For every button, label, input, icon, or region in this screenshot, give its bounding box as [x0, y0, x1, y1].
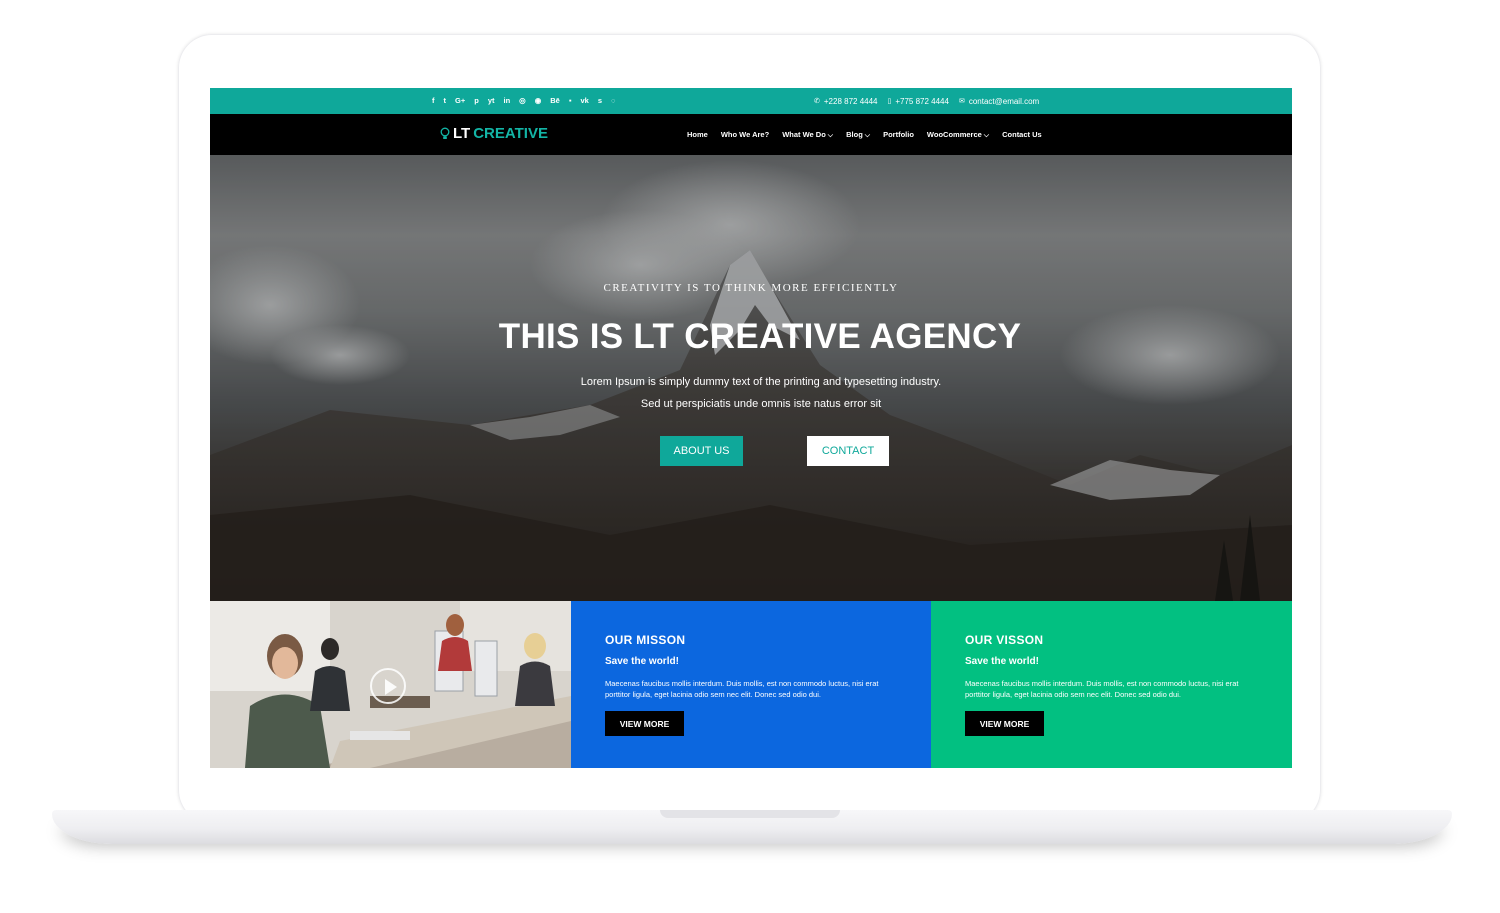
main-navbar: LT CREATIVE Home Who We Are? What We Do ⌵… [210, 114, 1292, 155]
instagram-icon[interactable]: ◉ [535, 97, 542, 105]
nav-item-label: What We Do [782, 129, 826, 139]
nav-item-who-we-are[interactable]: Who We Are? [721, 130, 769, 139]
nav-item-contact-us[interactable]: Contact Us [1002, 130, 1042, 139]
mission-subtitle: Save the world! [605, 656, 679, 667]
office-photo [210, 601, 571, 768]
vk-icon[interactable]: vk [581, 97, 589, 105]
phone-2-text: +775 872 4444 [895, 96, 949, 106]
about-us-button[interactable]: ABOUT US [660, 436, 743, 466]
vision-panel: OUR VISSON Save the world! Maecenas fauc… [931, 601, 1292, 768]
twitter-icon[interactable]: t [444, 97, 447, 105]
vision-text: Maecenas faucibus mollis interdum. Duis … [965, 679, 1239, 699]
nav-item-label: Blog [846, 129, 863, 139]
hero-text-line-1: Lorem Ipsum is simply dummy text of the … [580, 376, 942, 388]
vision-title: OUR VISSON [965, 633, 1044, 647]
nav-item-blog[interactable]: Blog ⌵ [846, 130, 870, 140]
hero-subtitle: CREATIVITY IS TO THINK MORE EFFICIENTLY [603, 282, 899, 294]
nav-item-portfolio[interactable]: Portfolio [883, 130, 914, 139]
contact-info: ✆ +228 872 4444 ▯ +775 872 4444 ✉ contac… [814, 88, 1039, 114]
mobile-icon: ▯ [887, 98, 892, 105]
facebook-icon[interactable]: f [432, 97, 435, 105]
chevron-down-icon: ⌵ [864, 131, 871, 139]
phone-1[interactable]: ✆ +228 872 4444 [814, 97, 877, 106]
chevron-down-icon: ⌵ [827, 131, 834, 139]
nav-item-label: WooCommerce [926, 129, 982, 139]
laptop-notch [660, 810, 840, 818]
hero-title: THIS IS LT CREATIVE AGENCY [498, 317, 1022, 356]
flickr-icon[interactable]: ▪ [569, 97, 572, 105]
pinterest-icon[interactable]: p [474, 97, 479, 105]
envelope-icon: ✉ [958, 98, 965, 105]
chevron-down-icon: ⌵ [983, 131, 990, 139]
mission-text: Maecenas faucibus mollis interdum. Duis … [605, 679, 879, 699]
mission-view-more-button[interactable]: VIEW MORE [605, 711, 684, 736]
site-logo[interactable]: LT CREATIVE [440, 125, 548, 142]
google-plus-icon[interactable]: G+ [455, 97, 465, 105]
logo-text-lt: LT [453, 125, 471, 142]
nav-item-label: Contact Us [1002, 130, 1042, 139]
logo-text-creative: CREATIVE [473, 125, 548, 142]
dribbble-icon[interactable]: ◎ [519, 97, 526, 105]
skype-icon[interactable]: s [598, 97, 602, 105]
vision-view-more-button[interactable]: VIEW MORE [965, 711, 1044, 736]
phone-1-text: +228 872 4444 [823, 96, 878, 106]
mission-panel: OUR MISSON Save the world! Maecenas fauc… [571, 601, 931, 768]
youtube-icon[interactable]: yt [488, 97, 495, 105]
email-text: contact@email.com [968, 96, 1040, 106]
top-bar: f t G+ p yt in ◎ ◉ Bē ▪ vk s ◌ ✆ +228 87… [210, 88, 1292, 114]
phone-icon: ✆ [814, 98, 820, 105]
nav-item-label: Home [687, 130, 708, 139]
mission-title: OUR MISSON [605, 633, 686, 647]
linkedin-icon[interactable]: in [503, 97, 510, 105]
email[interactable]: ✉ contact@email.com [959, 97, 1039, 106]
social-icons: f t G+ p yt in ◎ ◉ Bē ▪ vk s ◌ [432, 88, 616, 114]
nav-item-what-we-do[interactable]: What We Do ⌵ [782, 130, 833, 140]
vision-subtitle: Save the world! [965, 656, 1039, 667]
website-screen: f t G+ p yt in ◎ ◉ Bē ▪ vk s ◌ ✆ +228 87… [210, 88, 1292, 768]
play-video-icon[interactable] [370, 668, 406, 704]
nav-menu: Home Who We Are? What We Do ⌵ Blog ⌵ Portf… [687, 114, 1042, 155]
lightbulb-icon [440, 127, 450, 139]
phone-2[interactable]: ▯ +775 872 4444 [887, 97, 948, 106]
nav-item-label: Portfolio [883, 130, 914, 139]
whatsapp-icon[interactable]: ◌ [611, 97, 615, 105]
contact-button[interactable]: CONTACT [807, 436, 889, 466]
behance-icon[interactable]: Bē [550, 97, 560, 105]
hero-text-line-2: Sed ut perspiciatis unde omnis iste natu… [640, 398, 882, 410]
nav-item-label: Who We Are? [720, 130, 770, 139]
hero-section: CREATIVITY IS TO THINK MORE EFFICIENTLY … [210, 155, 1292, 601]
nav-item-home[interactable]: Home [687, 130, 708, 139]
nav-item-woocommerce[interactable]: WooCommerce ⌵ [927, 130, 989, 140]
